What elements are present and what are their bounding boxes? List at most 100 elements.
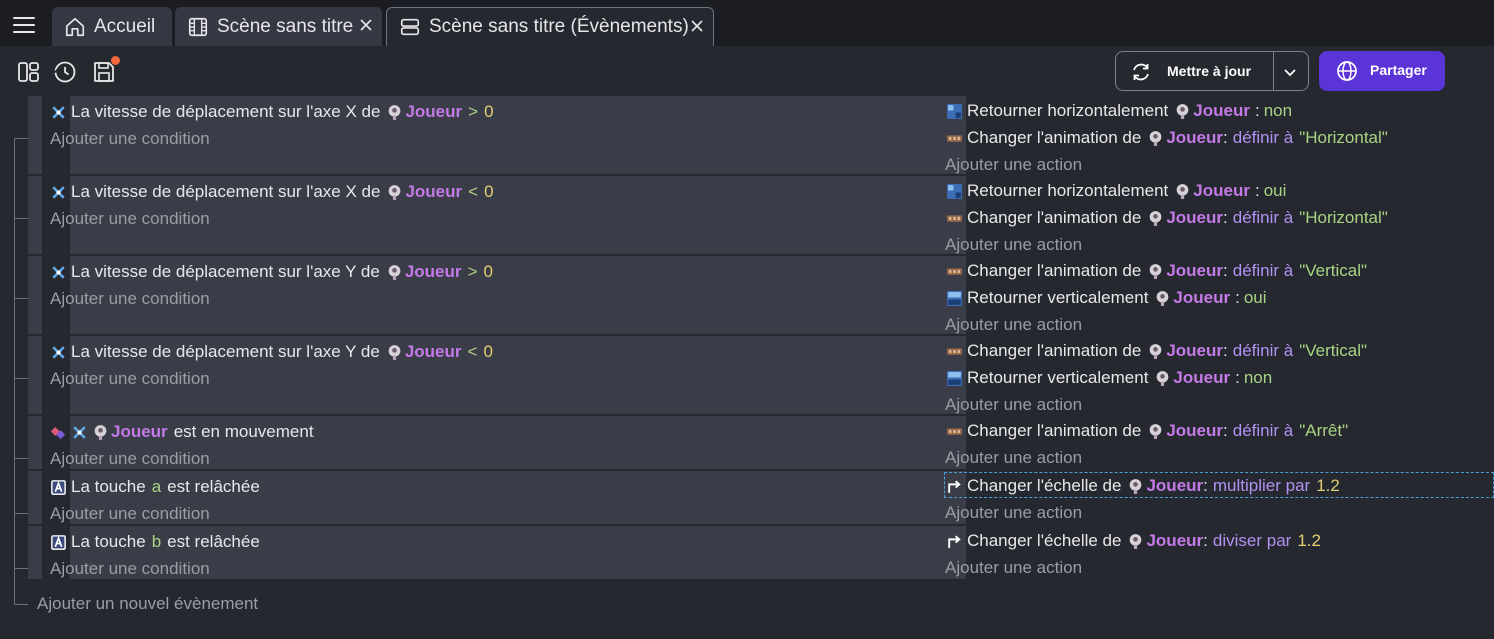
action[interactable]: Retourner horizontalement Joueur : oui bbox=[946, 180, 1286, 202]
tab-bar: Accueil Scène sans titre Scène sans titr… bbox=[0, 0, 1494, 46]
chevron-down-icon[interactable] bbox=[1283, 65, 1297, 79]
add-action-button[interactable]: Ajouter une action bbox=[945, 448, 1082, 468]
add-condition-button[interactable]: Ajouter une condition bbox=[50, 129, 210, 149]
close-icon[interactable] bbox=[689, 18, 705, 34]
flip-h-icon bbox=[947, 103, 962, 119]
add-action-button[interactable]: Ajouter une action bbox=[945, 315, 1082, 335]
action[interactable]: Retourner verticalement Joueur : non bbox=[946, 367, 1272, 389]
movement-icon bbox=[52, 185, 65, 199]
add-condition-button[interactable]: Ajouter une condition bbox=[50, 209, 210, 229]
action[interactable]: Changer l'animation de Joueur : définir … bbox=[946, 340, 1367, 362]
animation-icon bbox=[947, 267, 962, 275]
share-button[interactable]: Partager bbox=[1319, 51, 1445, 91]
panels-icon[interactable] bbox=[16, 59, 42, 85]
add-action-button[interactable]: Ajouter une action bbox=[945, 503, 1082, 523]
add-event-button[interactable]: Ajouter un nouvel évènement bbox=[37, 594, 258, 614]
event-drag-handle[interactable] bbox=[28, 471, 42, 524]
movement-icon bbox=[52, 345, 65, 359]
condition[interactable]: La vitesse de déplacement sur l'axe X de… bbox=[50, 101, 494, 123]
menu-icon[interactable] bbox=[10, 14, 38, 36]
player-object-icon bbox=[1149, 263, 1162, 279]
animation-icon bbox=[947, 134, 962, 142]
unsaved-badge bbox=[111, 56, 120, 65]
close-icon[interactable] bbox=[358, 17, 374, 33]
update-label: Mettre à jour bbox=[1167, 63, 1252, 79]
add-condition-button[interactable]: Ajouter une condition bbox=[50, 369, 210, 389]
globe-icon bbox=[1337, 61, 1357, 81]
flip-v-icon bbox=[947, 370, 962, 386]
player-object-icon bbox=[1149, 210, 1162, 226]
tab-label: Accueil bbox=[94, 15, 156, 37]
action[interactable]: Changer l'échelle de Joueur : diviser pa… bbox=[946, 530, 1321, 552]
player-object-icon bbox=[1149, 130, 1162, 146]
add-action-button[interactable]: Ajouter une action bbox=[945, 395, 1082, 415]
action[interactable]: Changer l'animation de Joueur : définir … bbox=[946, 127, 1388, 149]
player-object-icon bbox=[1130, 478, 1142, 494]
condition[interactable]: La vitesse de déplacement sur l'axe X de… bbox=[50, 181, 494, 203]
event-sheet: La vitesse de déplacement sur l'axe X de… bbox=[0, 96, 1494, 639]
player-object-icon bbox=[388, 344, 401, 360]
add-condition-button[interactable]: Ajouter une condition bbox=[50, 559, 210, 579]
movement-icon bbox=[52, 105, 65, 119]
event-drag-handle[interactable] bbox=[28, 256, 42, 334]
event-drag-handle[interactable] bbox=[28, 416, 42, 469]
condition[interactable]: La touche a est relâchée bbox=[50, 476, 260, 498]
player-object-icon bbox=[388, 264, 401, 280]
tab-accueil[interactable]: Accueil bbox=[52, 7, 172, 46]
flip-v-icon bbox=[947, 290, 962, 306]
movement-icon bbox=[73, 425, 86, 439]
add-action-button[interactable]: Ajouter une action bbox=[945, 235, 1082, 255]
home-icon bbox=[65, 17, 85, 36]
animation-icon bbox=[947, 427, 962, 435]
sync-icon bbox=[1133, 63, 1149, 81]
movement-icon bbox=[52, 265, 65, 279]
tree-line bbox=[14, 138, 15, 604]
animation-icon bbox=[947, 214, 962, 222]
player-object-icon bbox=[1149, 423, 1162, 439]
film-icon bbox=[188, 17, 208, 36]
event-drag-handle[interactable] bbox=[28, 336, 42, 414]
keyboard-key-icon bbox=[51, 534, 66, 550]
share-label: Partager bbox=[1370, 62, 1427, 78]
add-action-button[interactable]: Ajouter une action bbox=[945, 155, 1082, 175]
player-object-icon bbox=[1176, 183, 1189, 199]
behavior-icon bbox=[50, 426, 66, 439]
tab-label: Scène sans titre bbox=[217, 15, 354, 37]
add-condition-button[interactable]: Ajouter une condition bbox=[50, 289, 210, 309]
action[interactable]: Changer l'échelle de Joueur : multiplier… bbox=[946, 475, 1340, 497]
tab-scene[interactable]: Scène sans titre bbox=[175, 7, 382, 46]
add-condition-button[interactable]: Ajouter une condition bbox=[50, 449, 210, 469]
tab-scene-events[interactable]: Scène sans titre (Évènements) bbox=[386, 7, 714, 46]
player-object-icon bbox=[94, 424, 107, 440]
player-object-icon bbox=[1157, 370, 1169, 386]
animation-icon bbox=[947, 347, 962, 355]
action[interactable]: Retourner horizontalement Joueur : non bbox=[946, 100, 1292, 122]
add-condition-button[interactable]: Ajouter une condition bbox=[50, 504, 210, 524]
scale-icon bbox=[948, 534, 961, 548]
history-icon[interactable] bbox=[52, 59, 78, 85]
action[interactable]: Changer l'animation de Joueur : définir … bbox=[946, 260, 1367, 282]
player-object-icon bbox=[389, 104, 401, 120]
condition[interactable]: La vitesse de déplacement sur l'axe Y de… bbox=[50, 341, 493, 363]
tab-label: Scène sans titre (Évènements) bbox=[429, 16, 689, 37]
flip-h-icon bbox=[947, 183, 962, 199]
events-icon bbox=[400, 18, 420, 36]
player-object-icon bbox=[1176, 103, 1189, 119]
action[interactable]: Changer l'animation de Joueur : définir … bbox=[946, 207, 1388, 229]
player-object-icon bbox=[1157, 290, 1169, 306]
keyboard-key-icon bbox=[51, 479, 66, 495]
condition[interactable]: La touche b est relâchée bbox=[50, 531, 260, 553]
scale-icon bbox=[948, 479, 961, 493]
condition[interactable]: Joueur est en mouvement bbox=[50, 421, 314, 443]
event-drag-handle[interactable] bbox=[28, 176, 42, 254]
add-action-button[interactable]: Ajouter une action bbox=[945, 558, 1082, 578]
event-drag-handle[interactable] bbox=[28, 526, 42, 579]
player-object-icon bbox=[1130, 533, 1142, 549]
action[interactable]: Retourner verticalement Joueur : oui bbox=[946, 287, 1267, 309]
update-button[interactable]: Mettre à jour bbox=[1115, 51, 1309, 91]
event-drag-handle[interactable] bbox=[28, 96, 42, 174]
action[interactable]: Changer l'animation de Joueur : définir … bbox=[946, 420, 1348, 442]
player-object-icon bbox=[1149, 343, 1162, 359]
condition[interactable]: La vitesse de déplacement sur l'axe Y de… bbox=[50, 261, 493, 283]
player-object-icon bbox=[389, 184, 401, 200]
